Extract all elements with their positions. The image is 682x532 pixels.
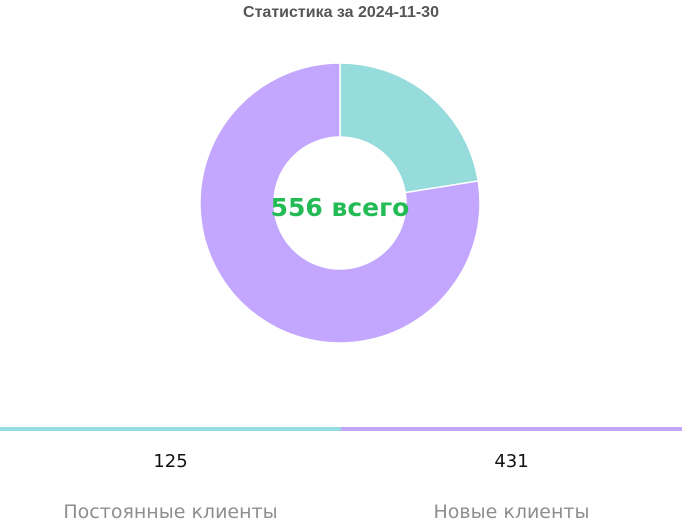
legend-label-new-clients[interactable]: Новые клиенты	[341, 501, 682, 523]
legend-label-regular-clients[interactable]: Постоянные клиенты	[0, 501, 341, 523]
center-total-label: 556 всего	[271, 193, 410, 222]
legend-bar-regular-clients	[0, 427, 341, 431]
legend-value-regular-clients: 125	[153, 451, 188, 472]
slice-regular-clients[interactable]	[339, 62, 480, 194]
donut-chart: 556 всего	[199, 62, 481, 344]
legend-bar-new-clients	[341, 427, 682, 431]
legend-value-new-clients: 431	[494, 451, 529, 472]
